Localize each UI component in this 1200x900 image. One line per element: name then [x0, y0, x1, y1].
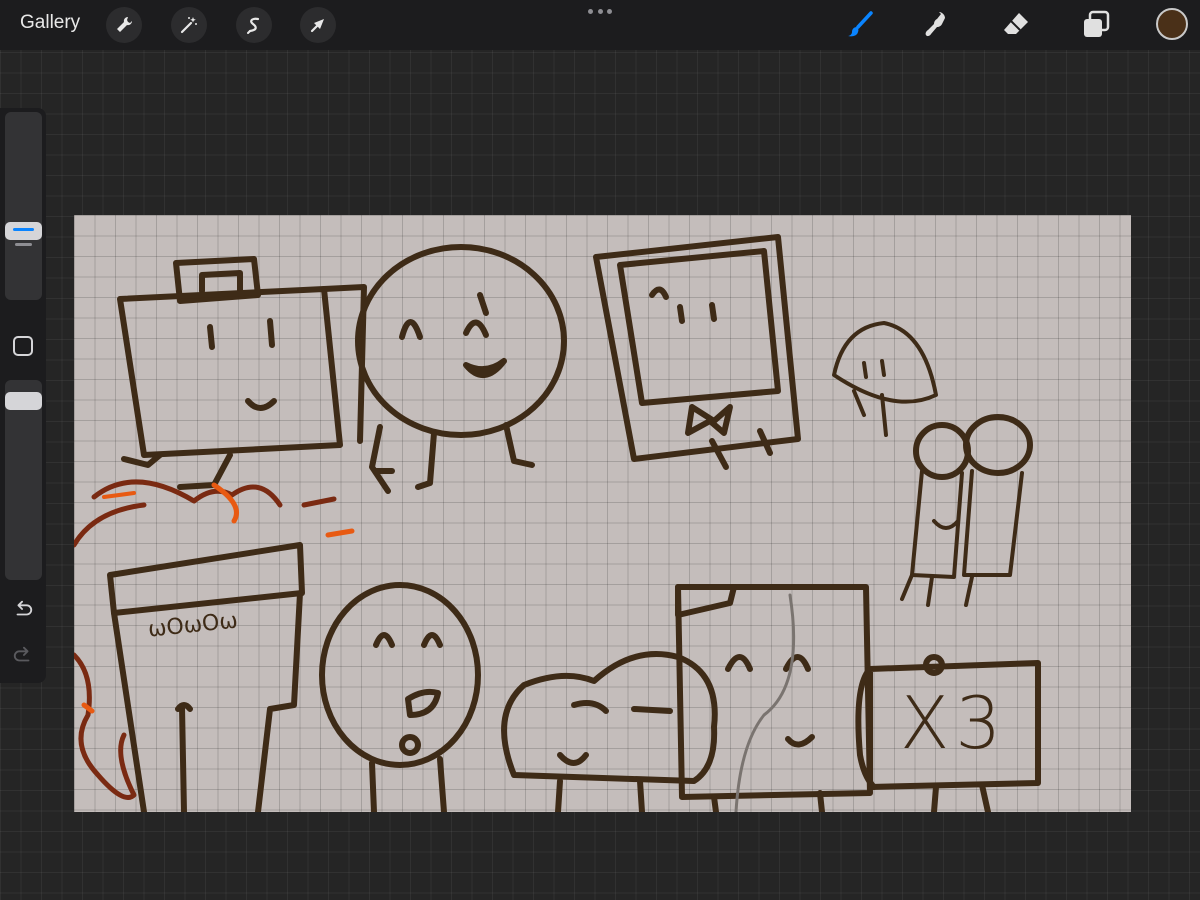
selection-icon: [247, 17, 260, 34]
wrench-icon: [117, 16, 133, 32]
actions-button[interactable]: [106, 7, 142, 43]
adjustments-button[interactable]: [171, 7, 207, 43]
eraser-icon: [1004, 13, 1028, 34]
brush-size-handle[interactable]: [5, 222, 42, 240]
sketch-tablet-character: [593, 234, 801, 470]
redo-button[interactable]: [11, 643, 35, 667]
brush-icon: [848, 11, 873, 37]
sketch-cup-character: [107, 542, 305, 812]
layers-button[interactable]: [1080, 9, 1112, 41]
eraser-button[interactable]: [1000, 9, 1032, 41]
sketch-small-character: [832, 321, 938, 437]
color-picker-swatch[interactable]: [1156, 8, 1188, 40]
sketch-grey-line: [734, 593, 796, 812]
brush-button[interactable]: [844, 9, 876, 41]
sketch-round-character: [355, 244, 567, 494]
brush-opacity-handle[interactable]: [5, 392, 42, 410]
transform-button[interactable]: [300, 7, 336, 43]
magic-wand-icon: [180, 17, 197, 34]
undo-icon: [16, 600, 33, 616]
smudge-button[interactable]: [922, 9, 954, 41]
smudge-icon: [925, 12, 945, 37]
sketch-suitcase: [117, 256, 367, 490]
brush-size-slider[interactable]: [5, 112, 42, 300]
transform-arrow-icon: [310, 19, 324, 33]
sketch-bulb-character: [319, 582, 481, 812]
sketch-paper-character: [675, 584, 873, 812]
undo-button[interactable]: [11, 597, 35, 621]
sketch-microphone-characters: [900, 414, 1033, 607]
modify-button[interactable]: [13, 336, 33, 356]
selection-button[interactable]: [236, 7, 272, 43]
more-options-icon[interactable]: [588, 4, 612, 18]
layers-icon: [1084, 10, 1110, 37]
redo-icon: [13, 646, 30, 662]
brush-opacity-slider[interactable]: [5, 380, 42, 580]
brush-size-indicator: [15, 243, 32, 246]
top-toolbar: Gallery: [0, 0, 1200, 50]
gallery-button[interactable]: Gallery: [20, 12, 80, 34]
sign-text: X3: [900, 681, 1008, 765]
left-sidebar: [0, 108, 46, 683]
drawing-canvas[interactable]: ωOωOω X3: [74, 215, 1131, 812]
